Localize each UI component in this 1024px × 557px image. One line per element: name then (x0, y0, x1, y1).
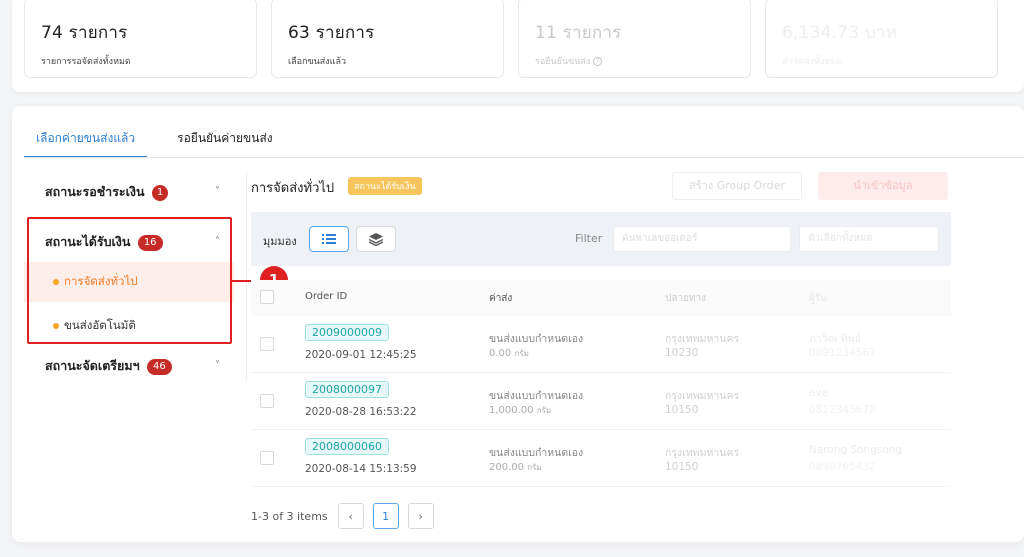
count-badge: 46 (146, 358, 172, 375)
weight-unit: กรัม (514, 349, 529, 358)
chevron-up-icon[interactable]: ˄ (215, 222, 220, 262)
sidebar-item-label: ขนส่งอัตโนมัติ (64, 318, 136, 332)
list-view-button[interactable] (309, 226, 349, 252)
layers-icon (369, 232, 383, 246)
recipient-phone: 0812345678 (809, 404, 876, 416)
chevron-left-icon: ‹ (348, 509, 353, 523)
count-badge: 1 (151, 184, 169, 201)
filter-bar: มุมมอง Filter ค้นหาเลขออเดอร์ ตัวเลือกทั… (251, 212, 951, 266)
stat-card-pending: 11 รายการ รอยืนยันขนส่ง ? (518, 0, 751, 78)
column-header: ปลายทาง (665, 293, 707, 304)
stat-label: รายการรอจัดส่งทั้งหมด (41, 57, 131, 67)
sidebar-group-paid[interactable]: สถานะได้รับเงิน 16 ˄ (24, 222, 234, 262)
stat-label: เลือกขนส่งแล้ว (288, 57, 347, 67)
search-input[interactable]: ค้นหาเลขออเดอร์ (613, 226, 791, 252)
create-group-order-button[interactable]: สร้าง Group Order (672, 172, 802, 200)
tab-selected-carrier[interactable]: เลือกค่ายขนส่งแล้ว (24, 128, 148, 158)
sidebar-group-label: สถานะได้รับเงิน (45, 234, 131, 249)
sidebar-group-awaiting-payment[interactable]: สถานะรอชำระเงิน 1 ˅ (24, 172, 234, 212)
import-button[interactable]: นำเข้าข้อมูล (818, 172, 948, 200)
sidebar-item-auto-shipping[interactable]: ขนส่งอัตโนมัติ (24, 306, 234, 346)
destination-city: กรุงเทพมหานคร (665, 333, 740, 345)
table-header: Order ID ค่าส่ง ปลายทาง ผู้รับ (251, 280, 951, 316)
destination-zip: 10230 (665, 347, 699, 359)
row-checkbox[interactable] (260, 394, 274, 408)
view-label: มุมมอง (263, 235, 297, 248)
select-all-checkbox[interactable] (260, 290, 274, 304)
stat-card-selected: 63 รายการ เลือกขนส่งแล้ว (271, 0, 504, 78)
stat-card-cost: 6,134.73 บาท ค่าจัดส่งทั้งหมด (765, 0, 998, 78)
order-id-link[interactable]: 2008000060 (305, 438, 389, 455)
stat-value: 6,134.73 บาท (782, 23, 898, 43)
chevron-right-icon: › (418, 509, 423, 523)
stat-value: 74 รายการ (41, 23, 128, 43)
destination-zip: 10150 (665, 404, 699, 416)
row-checkbox[interactable] (260, 337, 274, 351)
prev-page-button[interactable]: ‹ (337, 503, 364, 529)
shipping-cost: 0.00 (489, 348, 512, 359)
list-icon (322, 234, 336, 244)
sidebar-group-preparing[interactable]: สถานะจัดเตรียมฯ 46 ˅ (24, 346, 234, 386)
tab-divider (24, 157, 1024, 158)
page-1-button[interactable]: 1 (372, 503, 399, 529)
pagination-info: 1-3 of 3 items (251, 509, 328, 523)
order-id-link[interactable]: 2009000009 (305, 324, 389, 341)
column-header: Order ID (305, 291, 348, 302)
recipient-phone: 0898765432 (809, 461, 876, 473)
stat-label: รอยืนยันขนส่ง (535, 57, 591, 67)
filter-select[interactable]: ตัวเลือกทั้งหมด (799, 226, 939, 252)
order-id-link[interactable]: 2008000097 (305, 381, 389, 398)
status-tag: สถานะได้รับเงิน (348, 177, 422, 195)
shipping-method: ขนส่งแบบกำหนดเอง (489, 390, 584, 402)
recipient-name: eve (809, 387, 829, 399)
weight-unit: กรัม (527, 463, 542, 472)
row-checkbox[interactable] (260, 451, 274, 465)
filter-label: Filter (575, 232, 603, 245)
stat-label: ค่าจัดส่งทั้งหมด (782, 57, 843, 67)
count-badge: 16 (137, 234, 163, 251)
weight-unit: กรัม (536, 406, 552, 415)
sidebar-item-general-shipping[interactable]: การจัดส่งทั่วไป (24, 262, 234, 302)
order-date: 2020-08-14 15:13:59 (305, 463, 417, 475)
destination-city: กรุงเทพมหานคร (665, 447, 740, 459)
table-row[interactable]: 2008000097 2020-08-28 16:53:22 ขนส่งแบบก… (251, 373, 951, 430)
chevron-down-icon[interactable]: ˅ (215, 172, 220, 212)
sidebar-item-label: การจัดส่งทั่วไป (64, 274, 138, 288)
order-date: 2020-08-28 16:53:22 (305, 406, 417, 418)
tab-bar: เลือกค่ายขนส่งแล้ว รอยืนยันค่ายขนส่ง (24, 128, 285, 158)
order-date: 2020-09-01 12:45:25 (305, 349, 417, 361)
sidebar-group-label: สถานะรอชำระเงิน (45, 184, 145, 199)
table-row[interactable]: 2008000060 2020-08-14 15:13:59 ขนส่งแบบก… (251, 430, 951, 487)
recipient-phone: 0891234567 (809, 347, 876, 359)
chevron-down-icon[interactable]: ˅ (215, 346, 220, 386)
tab-pending-carrier[interactable]: รอยืนยันค่ายขนส่ง (165, 128, 285, 158)
shipping-method: ขนส่งแบบกำหนดเอง (489, 333, 584, 345)
table-row[interactable]: 2009000009 2020-09-01 12:45:25 ขนส่งแบบก… (251, 316, 951, 373)
orders-table: Order ID ค่าส่ง ปลายทาง ผู้รับ 200900000… (251, 280, 951, 487)
dot-icon (53, 278, 59, 285)
stats-bar: 74 รายการ รายการรอจัดส่งทั้งหมด 63 รายกา… (12, 0, 1024, 92)
sidebar: สถานะรอชำระเงิน 1 ˅ สถานะได้รับเงิน 16 ˄… (24, 172, 234, 386)
shipping-cost: 200.00 (489, 462, 524, 473)
destination-zip: 10150 (665, 461, 699, 473)
sidebar-divider (246, 172, 247, 382)
shipping-cost: 1,000.00 (489, 405, 534, 416)
dot-icon (53, 322, 59, 329)
help-icon[interactable]: ? (593, 57, 603, 66)
stat-card-total: 74 รายการ รายการรอจัดส่งทั้งหมด (24, 0, 257, 78)
pagination: 1-3 of 3 items ‹ 1 › (251, 503, 443, 529)
sidebar-group-label: สถานะจัดเตรียมฯ (45, 358, 140, 373)
column-header: ผู้รับ (809, 293, 827, 304)
next-page-button[interactable]: › (407, 503, 434, 529)
shipping-method: ขนส่งแบบกำหนดเอง (489, 447, 584, 459)
layer-view-button[interactable] (356, 226, 396, 252)
content-title: การจัดส่งทั่วไป (251, 181, 335, 196)
stat-value: 63 รายการ (288, 23, 375, 43)
destination-city: กรุงเทพมหานคร (665, 390, 740, 402)
recipient-name: Narong Songsong (809, 444, 903, 456)
recipient-name: ภาวิณ ทิพย์ (809, 333, 861, 345)
stat-value: 11 รายการ (535, 23, 622, 43)
column-header: ค่าส่ง (489, 293, 513, 304)
